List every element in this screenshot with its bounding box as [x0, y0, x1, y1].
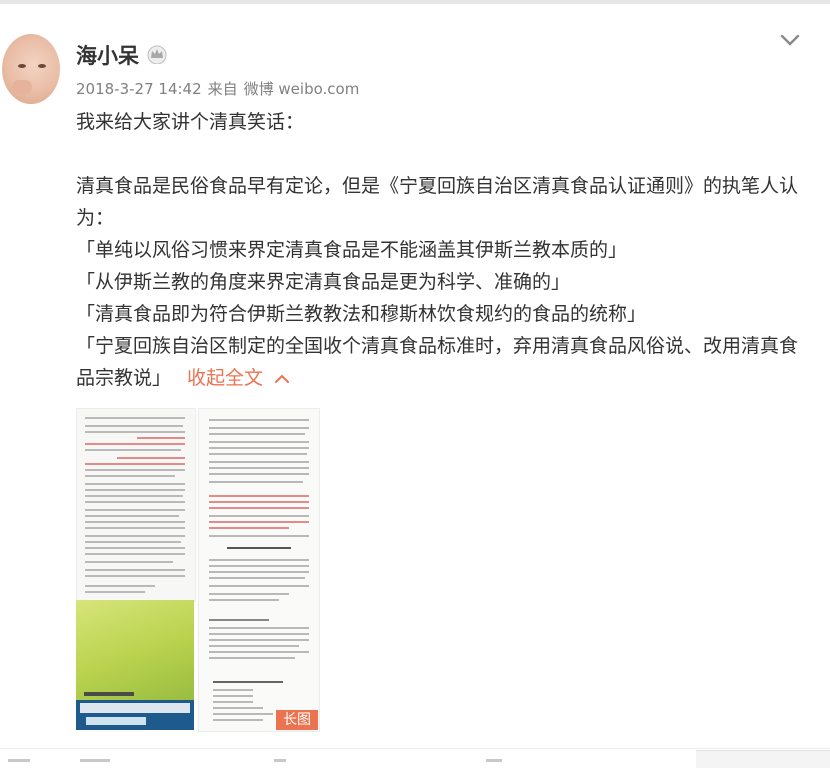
crown-icon[interactable]	[146, 44, 168, 64]
post-timestamp[interactable]: 2018-3-27 14:42	[76, 80, 202, 98]
post-image-book-page-2[interactable]	[198, 408, 320, 732]
source-link[interactable]: 微博 weibo.com	[244, 80, 360, 98]
chevron-up-icon[interactable]	[275, 374, 290, 384]
post-paragraph: 「单纯以风俗习惯来界定清真食品是不能涵盖其伊斯兰教本质的」	[76, 239, 628, 261]
collapse-link[interactable]: 收起全文	[187, 367, 290, 389]
comment-icon[interactable]	[272, 757, 288, 771]
chevron-down-icon[interactable]	[778, 30, 802, 50]
like-icon[interactable]	[484, 757, 504, 771]
username[interactable]: 海小呆	[76, 40, 139, 70]
collapse-label[interactable]: 收起全文	[187, 367, 263, 389]
post-body: 我来给大家讲个清真笑话： 清真食品是民俗食品早有定论，但是《宁夏回族自治区清真食…	[76, 106, 806, 394]
post-paragraph: 「从伊斯兰教的角度来界定清真食品是更为科学、准确的」	[76, 271, 571, 293]
long-image-badge: 长图	[276, 710, 318, 730]
top-divider	[0, 0, 830, 4]
post-paragraph: 「宁夏回族自治区制定的全国收个清真食品标准时，弃用清真食品风俗说、改用清真食品宗…	[76, 335, 799, 389]
forward-icon[interactable]	[74, 757, 114, 771]
post-paragraph: 清真食品是民俗食品早有定论，但是《宁夏回族自治区清真食品认证通则》的执笔人认为：	[76, 175, 799, 229]
source-prefix: 来自	[207, 80, 238, 98]
side-panel	[696, 750, 830, 768]
post-image-book-page-1[interactable]	[76, 408, 196, 602]
favorite-icon[interactable]	[6, 757, 34, 771]
post-paragraph: 我来给大家讲个清真笑话：	[76, 111, 305, 133]
post-paragraph-last: 「宁夏回族自治区制定的全国收个清真食品标准时，弃用清真食品风俗说、改用清真食品宗…	[76, 330, 806, 394]
post-paragraph: 「清真食品即为符合伊斯兰教教法和穆斯林饮食规约的食品的统称」	[76, 303, 647, 325]
post-image-book-cover[interactable]	[76, 600, 194, 730]
avatar[interactable]	[2, 34, 60, 104]
post-meta: 2018-3-27 14:42 来自 微博 weibo.com	[76, 78, 365, 99]
